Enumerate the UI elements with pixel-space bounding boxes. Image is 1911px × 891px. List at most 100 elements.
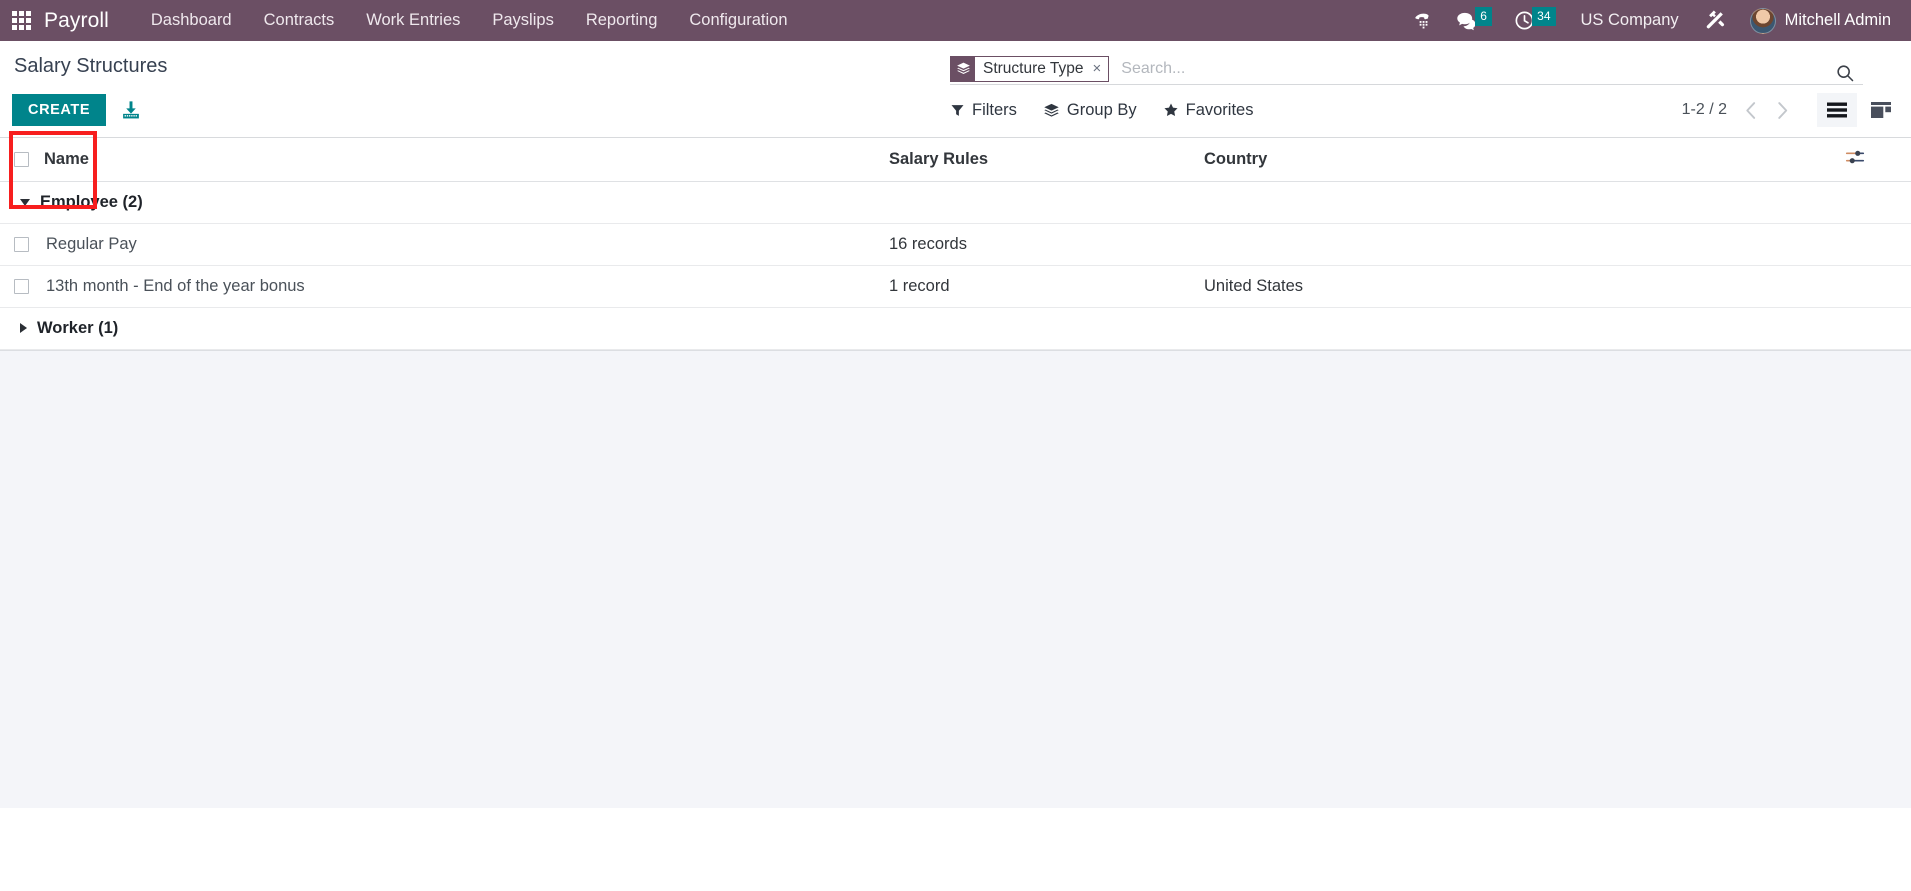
search-icon[interactable] (1835, 63, 1855, 88)
control-panel: Salary Structures Structure Type × Searc… (0, 41, 1911, 209)
row-name-label: 13th month - End of the year bonus (46, 276, 305, 295)
group-row-worker[interactable]: Worker (1) (0, 307, 1911, 350)
table-header-row: Name Salary Rules Country (0, 138, 1911, 182)
nav-item-dashboard[interactable]: Dashboard (135, 0, 248, 41)
user-menu[interactable]: Mitchell Admin (1738, 7, 1897, 34)
table-row[interactable]: 13th month - End of the year bonus 1 rec… (0, 265, 1911, 308)
cell-country (1204, 223, 1844, 266)
chevron-left-icon (1745, 101, 1755, 119)
create-button[interactable]: CREATE (12, 93, 107, 127)
cell-country: United States (1204, 265, 1844, 308)
caret-right-icon[interactable] (20, 323, 27, 333)
column-header-country[interactable]: Country (1204, 138, 1844, 182)
kanban-view-icon (1871, 102, 1891, 118)
empty-content-area (0, 349, 1911, 808)
view-button-kanban[interactable] (1861, 93, 1901, 127)
caret-down-icon[interactable] (20, 198, 30, 206)
debug-menu-button[interactable] (1693, 0, 1738, 41)
select-all-header (0, 138, 44, 182)
group-header-cell: Worker (1) (0, 307, 889, 350)
activities-count-badge: 34 (1532, 7, 1556, 26)
activities-button[interactable]: 34 (1503, 0, 1566, 41)
column-header-salary-rules[interactable]: Salary Rules (889, 138, 1204, 182)
messages-button[interactable]: 6 (1445, 0, 1503, 41)
list-view-icon (1827, 102, 1847, 118)
select-all-checkbox[interactable] (14, 151, 29, 167)
cell-optional (1844, 223, 1911, 266)
group-by-button[interactable]: Group By (1043, 101, 1137, 120)
row-select-cell (0, 223, 44, 266)
view-switcher (1817, 93, 1901, 127)
apps-grid-icon (11, 11, 31, 30)
salary-structures-table: Name Salary Rules Country Employee (2) R… (0, 138, 1911, 350)
apps-menu-button[interactable] (0, 0, 42, 41)
layers-icon (1044, 103, 1059, 117)
cell-salary-rules: 16 records (889, 223, 1204, 266)
nav-item-reporting[interactable]: Reporting (570, 0, 674, 41)
row-name-label: Regular Pay (46, 234, 137, 253)
column-header-name[interactable]: Name (44, 138, 889, 182)
nav-item-configuration[interactable]: Configuration (673, 0, 803, 41)
cell-optional (1844, 265, 1911, 308)
group-optional-cell (1844, 307, 1911, 350)
top-navbar: Payroll Dashboard Contracts Work Entries… (0, 0, 1911, 41)
group-country-cell (1204, 307, 1844, 350)
view-button-list[interactable] (1817, 93, 1857, 127)
group-optional-cell (1844, 181, 1911, 224)
pager-next-button[interactable] (1767, 95, 1797, 125)
search-facet-structure-type[interactable]: Structure Type × (950, 55, 1110, 82)
chevron-right-icon (1777, 101, 1787, 119)
voip-button[interactable] (1402, 0, 1445, 41)
search-view: Structure Type × (950, 53, 1863, 85)
group-country-cell (1204, 181, 1844, 224)
group-header-content: Worker (1) (14, 319, 889, 338)
cell-salary-rules: 1 record (889, 265, 1204, 308)
sliders-icon (1845, 150, 1865, 163)
tools-wrench-icon (1706, 10, 1724, 29)
group-label: Employee (2) (40, 192, 143, 211)
pager-and-views: 1-2 / 2 (1682, 93, 1901, 127)
group-rules-cell (889, 181, 1204, 224)
cell-name: Regular Pay (44, 223, 889, 266)
favorites-label: Favorites (1185, 100, 1254, 119)
group-rules-cell (889, 307, 1204, 350)
search-dropdown-buttons: Filters Group By Favorites (950, 101, 1253, 120)
nav-item-contracts[interactable]: Contracts (248, 0, 351, 41)
systray: 6 34 US Company Mitchell Admin (1402, 0, 1911, 41)
search-facet-label-wrap: Structure Type × (975, 57, 1108, 81)
import-button[interactable] (120, 99, 142, 121)
funnel-icon (951, 104, 964, 116)
nav-item-work-entries[interactable]: Work Entries (350, 0, 476, 41)
phone-dialpad-icon (1415, 13, 1429, 29)
table-header: Name Salary Rules Country (0, 138, 1911, 182)
table-row[interactable]: Regular Pay 16 records (0, 223, 1911, 266)
star-icon (1164, 103, 1178, 116)
messages-count-badge: 6 (1475, 7, 1493, 26)
pager-previous-button[interactable] (1735, 95, 1765, 125)
user-avatar (1749, 7, 1776, 34)
user-name-label: Mitchell Admin (1784, 11, 1891, 29)
company-switcher[interactable]: US Company (1567, 11, 1693, 30)
cell-name: 13th month - End of the year bonus (44, 265, 889, 308)
row-checkbox[interactable] (14, 278, 29, 294)
nav-item-payslips[interactable]: Payslips (476, 0, 569, 41)
filters-button[interactable]: Filters (950, 101, 1017, 120)
group-header-cell: Employee (2) (0, 181, 889, 224)
close-icon[interactable]: × (1093, 61, 1102, 76)
table-body: Employee (2) Regular Pay 16 records 13th… (0, 181, 1911, 350)
pager-value: 1-2 / 2 (1681, 101, 1727, 118)
control-panel-top: Salary Structures Structure Type × (0, 41, 1911, 87)
group-label: Worker (1) (37, 318, 119, 337)
group-header-content: Employee (2) (14, 193, 889, 212)
import-download-icon (123, 101, 140, 119)
optional-columns-toggle[interactable] (1844, 138, 1911, 182)
group-row-employee[interactable]: Employee (2) (0, 181, 1911, 224)
search-facet-label: Structure Type (983, 59, 1084, 77)
search-input[interactable] (1117, 55, 1863, 82)
layers-icon (951, 56, 975, 81)
row-checkbox[interactable] (14, 236, 29, 252)
group-by-label: Group By (1066, 100, 1137, 119)
app-brand-payroll[interactable]: Payroll (42, 9, 113, 33)
favorites-button[interactable]: Favorites (1163, 100, 1254, 120)
control-panel-bottom: CREATE Filters Group By Favorites 1-2 / … (0, 87, 1911, 137)
